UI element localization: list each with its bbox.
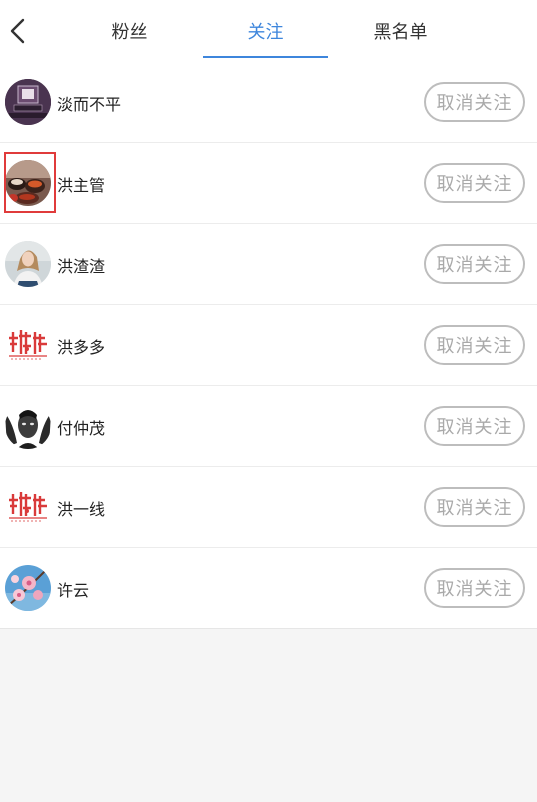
- tab-fans[interactable]: 粉丝: [67, 0, 192, 62]
- unfollow-button[interactable]: 取消关注: [424, 244, 525, 284]
- tab-label: 粉丝: [111, 22, 148, 43]
- user-name: 洪主管: [57, 175, 106, 195]
- active-tab-underline: [203, 56, 328, 58]
- unfollow-button[interactable]: 取消关注: [424, 82, 525, 122]
- unfollow-button[interactable]: 取消关注: [424, 325, 525, 365]
- avatar[interactable]: [5, 403, 51, 449]
- list-item[interactable]: 洪一线 取消关注: [0, 467, 537, 548]
- unfollow-button[interactable]: 取消关注: [424, 568, 525, 608]
- list-item[interactable]: 付仲茂 取消关注: [0, 386, 537, 467]
- avatar[interactable]: [5, 79, 51, 125]
- list-item[interactable]: 洪主管 取消关注: [0, 143, 537, 224]
- tab-label: 黑名单: [373, 22, 428, 43]
- unfollow-button[interactable]: 取消关注: [424, 163, 525, 203]
- user-name: 洪多多: [57, 337, 106, 357]
- avatar[interactable]: [5, 565, 51, 611]
- avatar[interactable]: [5, 160, 51, 206]
- avatar[interactable]: [5, 241, 51, 287]
- user-name: 付仲茂: [57, 418, 106, 438]
- back-arrow-icon[interactable]: [6, 14, 30, 48]
- avatar[interactable]: [5, 484, 51, 530]
- unfollow-button[interactable]: 取消关注: [424, 406, 525, 446]
- tab-label: 关注: [247, 22, 284, 43]
- list-item[interactable]: 许云 取消关注: [0, 548, 537, 629]
- list-item[interactable]: 洪多多 取消关注: [0, 305, 537, 386]
- avatar[interactable]: [5, 322, 51, 368]
- following-list: 淡而不平 取消关注 洪主管 取消关注 洪渣渣 取消关注 洪多多 取消关注 付仲茂…: [0, 62, 537, 629]
- list-item[interactable]: 淡而不平 取消关注: [0, 62, 537, 143]
- user-name: 洪渣渣: [57, 256, 106, 276]
- tab-following[interactable]: 关注: [203, 0, 328, 62]
- unfollow-button[interactable]: 取消关注: [424, 487, 525, 527]
- list-item[interactable]: 洪渣渣 取消关注: [0, 224, 537, 305]
- user-name: 淡而不平: [57, 94, 122, 114]
- top-navigation-bar: 粉丝 关注 黑名单: [0, 0, 537, 62]
- user-name: 洪一线: [57, 499, 106, 519]
- tab-blacklist[interactable]: 黑名单: [338, 0, 463, 62]
- user-name: 许云: [57, 580, 90, 600]
